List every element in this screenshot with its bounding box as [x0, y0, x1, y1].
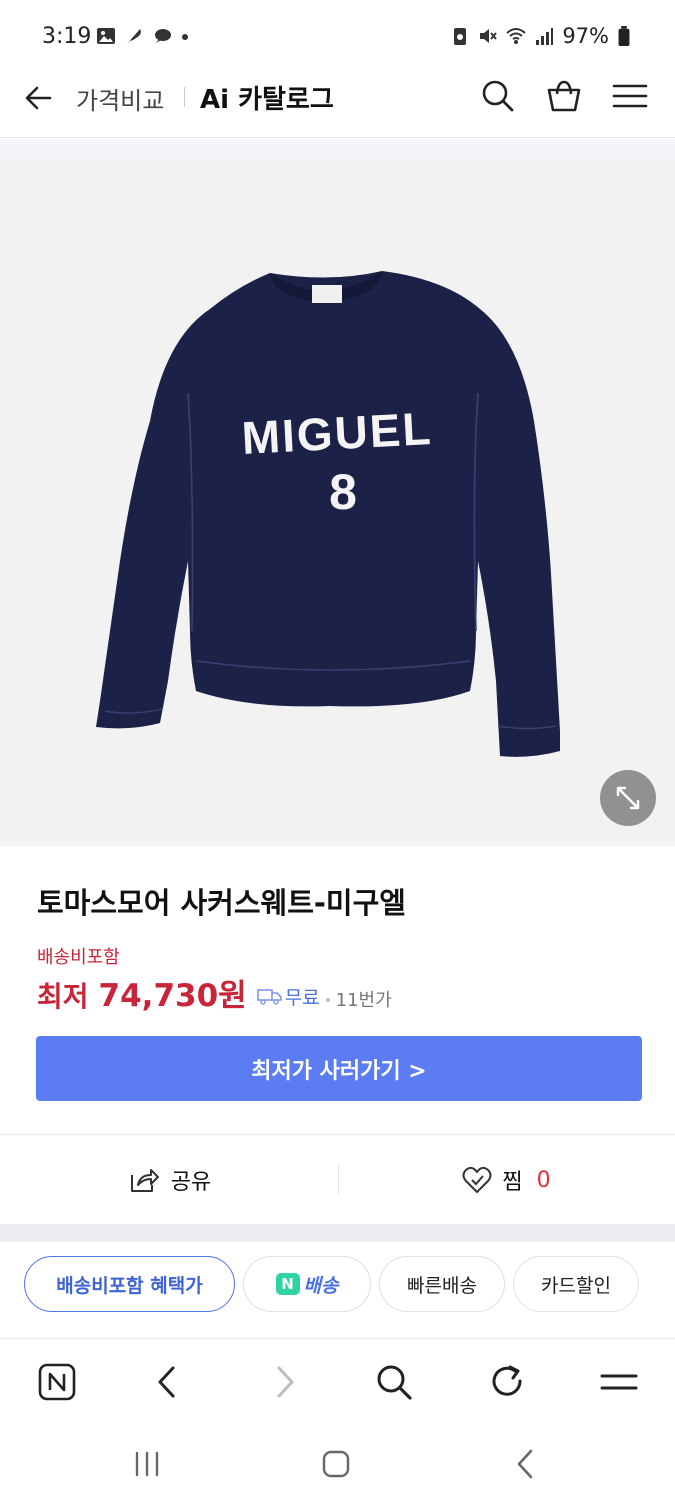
page-title: Ai 카탈로그	[200, 85, 334, 115]
price-compare-link[interactable]: 가격비교	[76, 81, 164, 116]
nav-divider	[184, 87, 185, 107]
menu-icon[interactable]	[597, 1360, 641, 1404]
filter-chips: 배송비포함 혜택가 N 배송 빠른배송 카드할인	[24, 1256, 639, 1312]
wifi-icon	[506, 28, 526, 44]
separator-line	[0, 1134, 675, 1135]
battery-percent: 97%	[562, 24, 609, 48]
chip-n-delivery[interactable]: N 배송	[243, 1256, 371, 1312]
top-nav: 가격비교 Ai 카탈로그	[0, 72, 675, 138]
expand-icon	[616, 786, 640, 810]
status-left-icons	[96, 26, 190, 46]
menu-icon[interactable]	[610, 76, 650, 116]
chip-label: 빠른배송	[407, 1274, 477, 1297]
chip-card-discount[interactable]: 카드할인	[513, 1256, 639, 1312]
wish-count: 0	[536, 1167, 551, 1193]
sweatshirt-print-number: 8	[329, 464, 357, 520]
status-right: 97%	[450, 24, 631, 48]
product-image[interactable]: MIGUEL 8	[0, 161, 675, 846]
back-chevron-icon[interactable]	[146, 1360, 190, 1404]
mute-icon	[480, 29, 498, 43]
sweatshirt-image: MIGUEL 8	[0, 161, 675, 846]
expand-image-button[interactable]	[600, 770, 656, 826]
share-icon	[130, 1169, 159, 1192]
battery-icon	[618, 26, 630, 46]
home-icon[interactable]	[318, 1446, 354, 1482]
delivery-info: 무료	[256, 983, 320, 1010]
heart-icon	[462, 1166, 492, 1193]
product-name: 토마스모어 사커스웨트-미구엘	[37, 886, 406, 920]
cart-icon[interactable]	[544, 76, 584, 116]
status-bar: 3:19 97%	[0, 0, 675, 72]
n-delivery-badge-icon: N	[275, 1273, 300, 1295]
lowest-price-label: 최저	[37, 980, 89, 1013]
battery-saver-icon	[454, 28, 467, 45]
forward-chevron-icon[interactable]	[262, 1360, 306, 1404]
chip-label: 카드할인	[541, 1274, 611, 1297]
status-time: 3:19	[42, 24, 92, 49]
buy-lowest-price-button[interactable]: 최저가 사러가기 >	[36, 1036, 642, 1101]
chip-label: 배송비포함 혜택가	[56, 1274, 203, 1297]
truck-icon	[256, 989, 282, 1005]
recent-apps-icon[interactable]	[129, 1446, 165, 1482]
separator-line	[0, 1338, 675, 1339]
section-divider	[0, 1224, 675, 1242]
mall-name[interactable]: 11번가	[336, 986, 392, 1012]
browser-toolbar	[0, 1340, 675, 1424]
back-arrow-icon[interactable]	[20, 78, 60, 118]
chip-label: 배송	[303, 1274, 339, 1297]
share-button[interactable]: 공유	[0, 1136, 338, 1224]
separator-dot	[325, 998, 330, 1002]
search-icon[interactable]	[478, 76, 518, 116]
divider-strip	[0, 139, 675, 161]
wish-label: 찜	[502, 1170, 523, 1195]
chip-fast-delivery[interactable]: 빠른배송	[379, 1256, 505, 1312]
feather-icon	[127, 29, 141, 44]
share-label: 공유	[170, 1170, 212, 1195]
search-icon[interactable]	[372, 1360, 416, 1404]
chat-icon	[155, 29, 171, 43]
naver-n-icon[interactable]	[35, 1360, 79, 1404]
sweatshirt-print-text: MIGUEL	[240, 402, 433, 464]
gallery-icon	[97, 28, 115, 44]
system-nav-bar	[0, 1424, 675, 1500]
back-icon[interactable]	[508, 1446, 544, 1482]
chip-shipping-included-price[interactable]: 배송비포함 혜택가	[24, 1256, 235, 1312]
shipping-included-label: 배송비포함	[37, 947, 120, 968]
reload-icon[interactable]	[485, 1360, 529, 1404]
delivery-fee: 무료	[284, 986, 320, 1009]
dot-icon	[182, 34, 188, 40]
wish-button[interactable]: 찜 0	[338, 1136, 675, 1224]
lowest-price-value: 74,730원	[98, 978, 247, 1014]
price-row: 최저 74,730원 무료 11번가	[37, 970, 392, 1015]
signal-icon	[536, 28, 554, 45]
